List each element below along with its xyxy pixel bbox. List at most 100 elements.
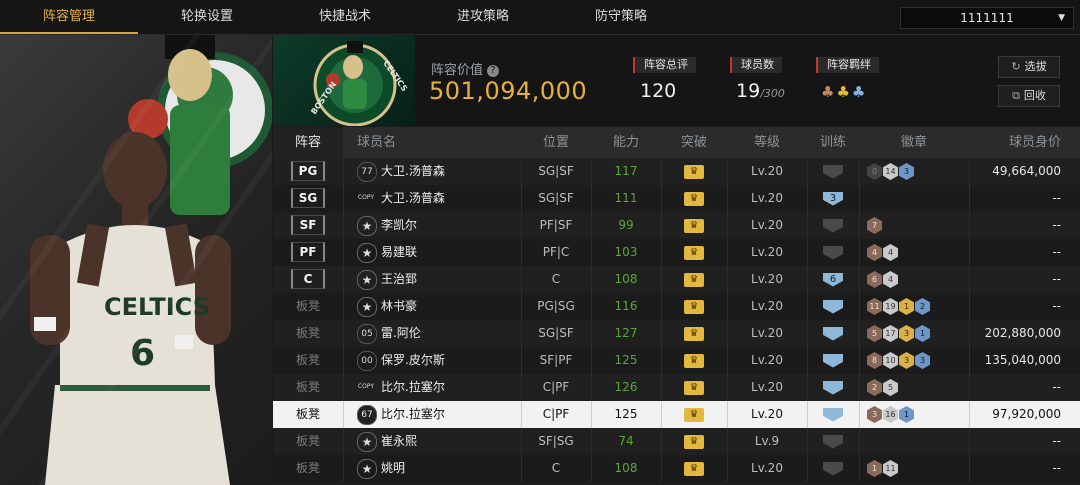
training-cell[interactable]: 6 — [807, 266, 859, 293]
column-divider — [969, 212, 970, 239]
tab-rotation-settings[interactable]: 轮换设置 — [138, 0, 276, 34]
player-price: -- — [1052, 299, 1061, 313]
training-cell[interactable] — [807, 374, 859, 401]
player-name[interactable]: 林书豪 — [381, 293, 417, 320]
player-name[interactable]: 崔永熙 — [381, 428, 417, 455]
training-cell[interactable]: 3 — [807, 185, 859, 212]
training-cell[interactable] — [807, 239, 859, 266]
silver-badge-icon: 14 — [883, 163, 898, 180]
table-row[interactable]: 板凳 05 雷.阿伦 SG|SF 127 ♛ Lv.20 5 17 3 1 202,880,000 — [273, 320, 1080, 347]
account-dropdown[interactable]: 1111111 ▼ — [900, 7, 1074, 29]
training-cell[interactable] — [807, 158, 859, 185]
lineup-slot: 板凳 — [273, 320, 343, 347]
table-row[interactable]: 板凳 67 比尔.拉塞尔 C|PF 125 ♛ Lv.20 3 16 1 97,920,000 — [273, 401, 1080, 428]
badge-list[interactable]: 0 14 3 — [867, 163, 915, 180]
tab-defense-strategy[interactable]: 防守策略 — [552, 0, 690, 34]
player-name[interactable]: 保罗.皮尔斯 — [381, 347, 445, 374]
lineup-slot: SF — [273, 212, 343, 239]
select-button[interactable]: ↻ 选拔 — [998, 56, 1060, 78]
recycle-icon: ⧉ — [1012, 89, 1020, 102]
training-cell[interactable] — [807, 293, 859, 320]
column-divider — [969, 401, 970, 428]
tab-offense-strategy[interactable]: 进攻策略 — [414, 0, 552, 34]
player-name[interactable]: 李凯尔 — [381, 212, 417, 239]
badge-list[interactable]: 3 16 1 — [867, 406, 915, 423]
help-icon[interactable]: ? — [487, 65, 500, 77]
recycle-button[interactable]: ⧉ 回收 — [998, 85, 1060, 107]
player-name[interactable]: 易建联 — [381, 239, 417, 266]
training-cell[interactable] — [807, 212, 859, 239]
player-name[interactable]: 雷.阿伦 — [381, 320, 421, 347]
table-row[interactable]: 板凳 ★ 崔永熙 SF|SG 74 ♛ Lv.9 -- — [273, 428, 1080, 455]
player-name[interactable]: 比尔.拉塞尔 — [381, 374, 445, 401]
jersey-number-badge: COPY — [357, 194, 375, 201]
bronze-badge-icon: 6 — [867, 271, 882, 288]
player-ability: 74 — [618, 434, 634, 448]
table-row[interactable]: 板凳 COPY 比尔.拉塞尔 C|PF 126 ♛ Lv.20 2 5 -- — [273, 374, 1080, 401]
table-row[interactable]: 板凳 ★ 林书豪 PG|SG 116 ♛ Lv.20 11 19 1 2 -- — [273, 293, 1080, 320]
player-name[interactable]: 比尔.拉塞尔 — [381, 401, 445, 428]
breakthrough-cell[interactable]: ♛ — [661, 212, 727, 239]
badge-list[interactable]: 8 10 3 3 — [867, 352, 931, 369]
breakthrough-cell[interactable]: ♛ — [661, 428, 727, 455]
badge-list[interactable]: 44 — [867, 244, 899, 261]
column-divider — [859, 293, 860, 320]
player-ability: 111 — [614, 191, 638, 205]
slot-label: PG — [291, 161, 325, 181]
breakthrough-cell[interactable]: ♛ — [661, 293, 727, 320]
tab-lineup-management[interactable]: 阵容管理 — [0, 0, 138, 34]
bronze-badge-icon: 2 — [867, 379, 882, 396]
badge-list[interactable]: 5 17 3 1 — [867, 325, 931, 342]
player-level: Lv.20 — [751, 407, 783, 421]
table-row[interactable]: SG COPY 大卫.汤普森 SG|SF 111 ♛ Lv.20 3 -- — [273, 185, 1080, 212]
badge-list[interactable]: 25 — [867, 379, 899, 396]
player-ability: 99 — [618, 218, 634, 232]
training-cell[interactable] — [807, 401, 859, 428]
training-cell[interactable] — [807, 320, 859, 347]
table-row[interactable]: PG 77 大卫.汤普森 SG|SF 117 ♛ Lv.20 0 14 3 49,664,000 — [273, 158, 1080, 185]
jersey-number-badge: 77 — [357, 162, 377, 182]
training-shield-icon — [823, 461, 843, 476]
slot-label: 板凳 — [295, 353, 320, 367]
lineup-slot: 板凳 — [273, 374, 343, 401]
column-divider — [859, 158, 860, 185]
table-row[interactable]: SF ★ 李凯尔 PF|SF 99 ♛ Lv.20 7 -- — [273, 212, 1080, 239]
player-name[interactable]: 大卫.汤普森 — [381, 185, 445, 212]
slot-label: 板凳 — [295, 299, 320, 313]
crown-icon: ♛ — [684, 353, 704, 368]
breakthrough-cell[interactable]: ♛ — [661, 185, 727, 212]
training-cell[interactable] — [807, 347, 859, 374]
badge-list[interactable]: 1 11 — [867, 460, 899, 477]
col-badges: 徽章 — [900, 135, 927, 150]
breakthrough-cell[interactable]: ♛ — [661, 347, 727, 374]
breakthrough-cell[interactable]: ♛ — [661, 239, 727, 266]
breakthrough-cell[interactable]: ♛ — [661, 374, 727, 401]
column-divider — [859, 185, 860, 212]
badge-list[interactable]: 7 — [867, 217, 883, 234]
bond-icons[interactable]: ♣♣♣ — [821, 83, 867, 101]
table-row[interactable]: C ★ 王治郅 C 108 ♛ Lv.20 6 6 4 -- — [273, 266, 1080, 293]
table-row[interactable]: PF ★ 易建联 PF|C 103 ♛ Lv.20 4 4 -- — [273, 239, 1080, 266]
breakthrough-cell[interactable]: ♛ — [661, 320, 727, 347]
tab-quick-tactics[interactable]: 快捷战术 — [276, 0, 414, 34]
column-divider — [969, 158, 970, 185]
breakthrough-cell[interactable]: ♛ — [661, 266, 727, 293]
rating-label: 阵容总评 — [633, 57, 696, 73]
player-name[interactable]: 姚明 — [381, 455, 405, 482]
column-divider — [859, 455, 860, 482]
player-name[interactable]: 王治郅 — [381, 266, 417, 293]
training-cell[interactable] — [807, 428, 859, 455]
column-divider — [343, 320, 344, 347]
lineup-slot: C — [273, 266, 343, 293]
player-name[interactable]: 大卫.汤普森 — [381, 158, 445, 185]
badge-list[interactable]: 11 19 1 2 — [867, 298, 931, 315]
breakthrough-cell[interactable]: ♛ — [661, 158, 727, 185]
training-cell[interactable] — [807, 455, 859, 482]
col-breakthrough: 突破 — [680, 135, 707, 150]
breakthrough-cell[interactable]: ♛ — [661, 401, 727, 428]
blue-badge-icon: 2 — [915, 298, 930, 315]
table-row[interactable]: 板凳 ★ 姚明 C 108 ♛ Lv.20 1 11 -- — [273, 455, 1080, 482]
badge-list[interactable]: 64 — [867, 271, 899, 288]
table-row[interactable]: 板凳 00 保罗.皮尔斯 SF|PF 125 ♛ Lv.20 8 10 3 3 135,040,000 — [273, 347, 1080, 374]
breakthrough-cell[interactable]: ♛ — [661, 455, 727, 482]
